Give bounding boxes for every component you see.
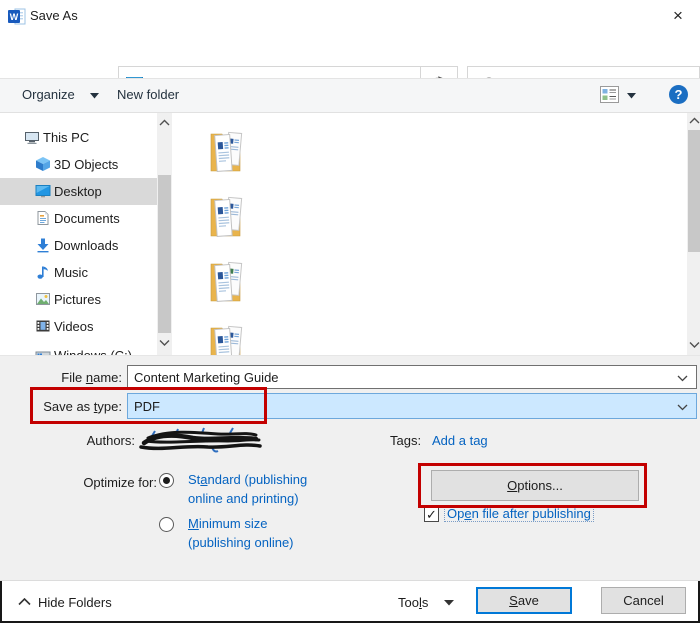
sidebar-item-desktop[interactable]: Desktop bbox=[0, 178, 157, 205]
music-note-icon bbox=[35, 264, 51, 280]
download-arrow-icon bbox=[35, 237, 51, 253]
sidebar-item-documents[interactable]: Documents bbox=[0, 205, 157, 232]
title-bar: W Save As × bbox=[0, 0, 700, 32]
folder-with-word-docs-icon[interactable] bbox=[209, 256, 247, 304]
open-after-publish-checkbox[interactable]: ✓ bbox=[424, 507, 439, 522]
sidebar-label: Desktop bbox=[54, 184, 102, 199]
tools-button[interactable]: Tools bbox=[398, 595, 428, 610]
sidebar-item-windows-c[interactable]: Windows (C:) bbox=[0, 342, 157, 355]
sidebar-item-videos[interactable]: Videos bbox=[0, 313, 157, 340]
add-a-tag-link[interactable]: Add a tag bbox=[432, 433, 488, 448]
scroll-up-icon[interactable] bbox=[689, 117, 700, 129]
save-as-type-value: PDF bbox=[134, 399, 160, 414]
drive-icon bbox=[35, 347, 51, 355]
folder-with-word-docs-icon[interactable] bbox=[209, 126, 247, 174]
command-toolbar bbox=[0, 78, 700, 113]
sidebar-label: Downloads bbox=[54, 238, 118, 253]
new-folder-button[interactable]: New folder bbox=[117, 87, 179, 102]
options-button[interactable]: Options... bbox=[431, 470, 639, 501]
minimum-size-radio[interactable] bbox=[159, 517, 174, 532]
sidebar-label: Music bbox=[54, 265, 88, 280]
scroll-down-icon[interactable] bbox=[689, 341, 700, 353]
sidebar-item-this-pc[interactable]: This PC bbox=[0, 124, 157, 151]
window-title: Save As bbox=[30, 8, 78, 23]
scroll-up-icon[interactable] bbox=[159, 119, 170, 131]
file-browser: This PC 3D Objects Desktop Documents bbox=[0, 113, 700, 355]
file-name-value: Content Marketing Guide bbox=[134, 370, 279, 385]
desktop-icon bbox=[35, 183, 51, 199]
sidebar-item-downloads[interactable]: Downloads bbox=[0, 232, 157, 259]
sidebar-label: Documents bbox=[54, 211, 120, 226]
picture-icon bbox=[35, 291, 51, 307]
sidebar-label: This PC bbox=[43, 130, 89, 145]
authors-redacted-scribble bbox=[138, 427, 264, 453]
standard-radio[interactable] bbox=[159, 473, 174, 488]
optimize-for-label: Optimize for: bbox=[40, 475, 157, 490]
sidebar-scrollbar[interactable] bbox=[157, 113, 172, 355]
sidebar-item-pictures[interactable]: Pictures bbox=[0, 286, 157, 313]
check-icon: ✓ bbox=[426, 507, 437, 522]
filelist-scrollbar[interactable] bbox=[687, 113, 700, 355]
view-mode-icon[interactable] bbox=[600, 86, 619, 103]
minimum-size-radio-label-line2[interactable]: (publishing online) bbox=[188, 535, 294, 550]
organize-chevron-down-icon[interactable] bbox=[90, 93, 99, 99]
save-button[interactable]: Save bbox=[476, 587, 572, 614]
sidebar-label: 3D Objects bbox=[54, 157, 118, 172]
pc-icon bbox=[24, 129, 40, 145]
video-icon bbox=[35, 318, 51, 334]
navigation-bar: ← → ↑ › This PC › Desktop Search Desktop bbox=[0, 32, 700, 78]
file-name-label: File name: bbox=[20, 370, 122, 385]
document-icon bbox=[35, 210, 51, 226]
save-as-type-select[interactable]: PDF bbox=[127, 393, 697, 419]
tools-chevron-down-icon[interactable] bbox=[444, 600, 454, 606]
file-name-input[interactable]: Content Marketing Guide bbox=[127, 365, 697, 389]
scroll-down-icon[interactable] bbox=[159, 339, 170, 351]
view-mode-chevron-down-icon[interactable] bbox=[627, 93, 636, 99]
tags-label: Tags: bbox=[390, 433, 421, 448]
cancel-button[interactable]: Cancel bbox=[601, 587, 686, 614]
word-app-icon: W bbox=[8, 8, 26, 25]
standard-radio-label-line2[interactable]: online and printing) bbox=[188, 491, 299, 506]
sidebar-item-music[interactable]: Music bbox=[0, 259, 157, 286]
folder-with-word-docs-icon[interactable] bbox=[209, 320, 247, 355]
file-name-chevron-down-icon[interactable] bbox=[677, 375, 688, 382]
close-icon[interactable]: × bbox=[664, 4, 692, 28]
save-as-type-label: Save as type: bbox=[20, 399, 122, 414]
sidebar-label: Windows (C:) bbox=[54, 348, 132, 355]
sidebar-label: Pictures bbox=[54, 292, 101, 307]
minimum-size-radio-label[interactable]: Minimum size bbox=[188, 516, 267, 531]
folder-with-word-docs-icon[interactable] bbox=[209, 191, 247, 239]
hide-folders-button[interactable]: Hide Folders bbox=[38, 595, 112, 610]
sidebar-item-3d-objects[interactable]: 3D Objects bbox=[0, 151, 157, 178]
sidebar-scrollbar-thumb[interactable] bbox=[158, 175, 171, 333]
filelist-scrollbar-thumb[interactable] bbox=[688, 130, 700, 252]
help-icon[interactable]: ? bbox=[669, 85, 688, 104]
sidebar-label: Videos bbox=[54, 319, 94, 334]
save-as-dialog: W Save As × ← → ↑ › This PC › Desktop bbox=[0, 0, 700, 623]
open-after-publish-label[interactable]: Open file after publishing bbox=[444, 505, 594, 522]
authors-label: Authors: bbox=[40, 433, 135, 448]
organize-button[interactable]: Organize bbox=[22, 87, 75, 102]
hide-folders-chevron-up-icon[interactable] bbox=[18, 598, 31, 606]
footer-divider bbox=[0, 580, 700, 581]
save-as-type-chevron-down-icon[interactable] bbox=[677, 404, 688, 411]
cube-icon bbox=[35, 156, 51, 172]
svg-text:W: W bbox=[10, 12, 19, 22]
standard-radio-label[interactable]: Standard (publishing bbox=[188, 472, 307, 487]
